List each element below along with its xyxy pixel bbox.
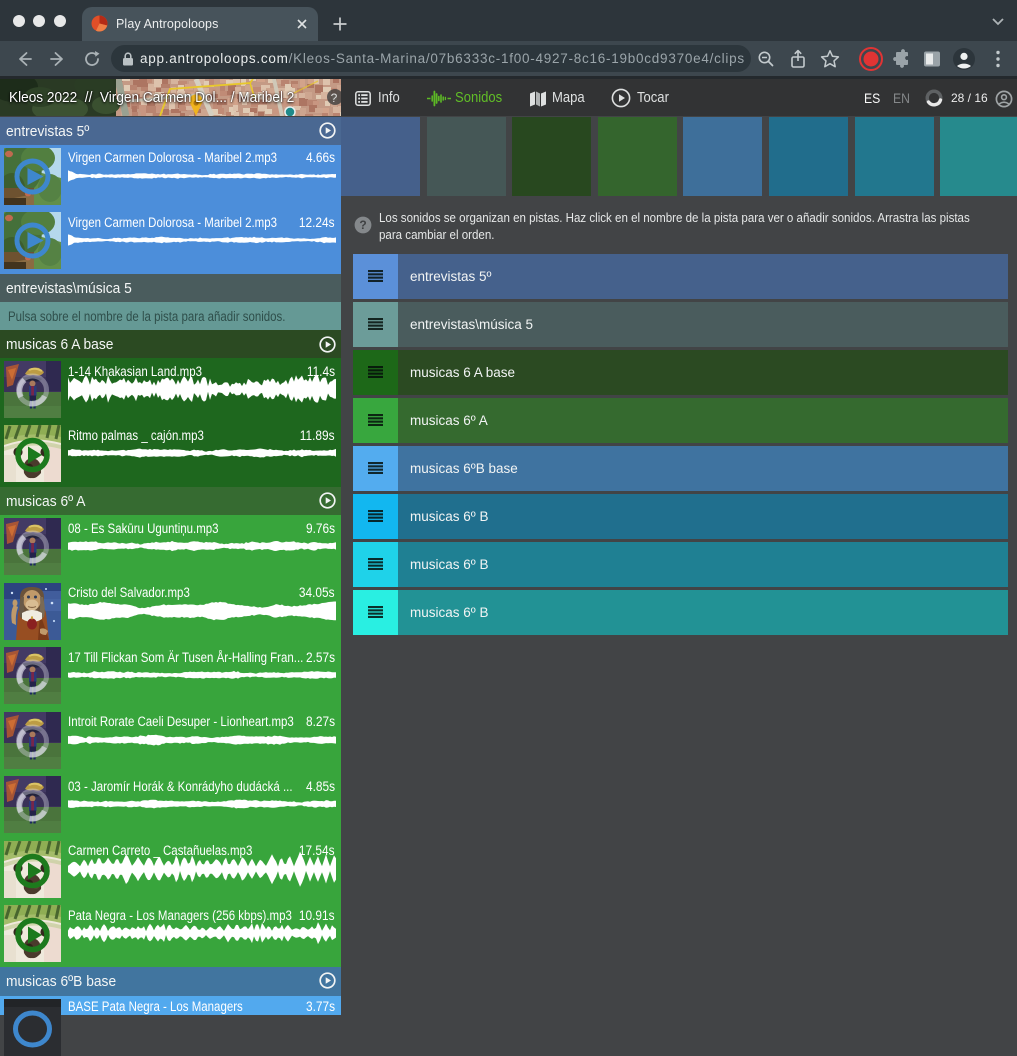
svg-text:?: ? xyxy=(359,218,366,232)
svg-text:?: ? xyxy=(331,91,338,105)
